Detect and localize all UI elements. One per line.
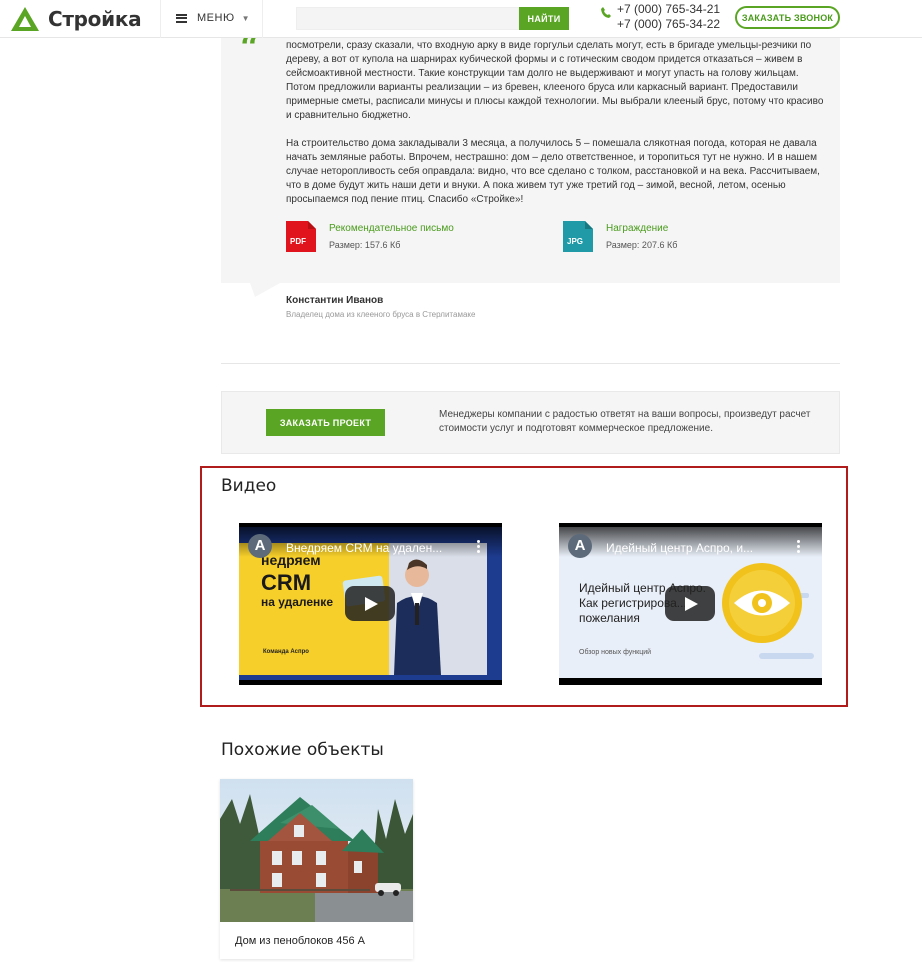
search-button[interactable]: НАЙТИ (519, 7, 569, 30)
review-author-role: Владелец дома из клееного бруса в Стерли… (286, 310, 476, 319)
file-name-link[interactable]: Рекомендательное письмо (329, 223, 454, 234)
phone-number[interactable]: +7 (000) 765-34-21 (617, 2, 720, 17)
video-title[interactable]: Внедряем CRM на удален... (286, 541, 466, 555)
video-section-title: Видео (221, 476, 277, 496)
phone-icon (601, 7, 611, 18)
thumbnail-caption: Обзор новых функций (579, 649, 652, 656)
video-player[interactable]: А Внедряем CRM на удален... недряем CRM … (239, 523, 502, 685)
pdf-file-icon: PDF (286, 221, 316, 252)
header-divider (160, 0, 161, 38)
thumbnail-caption: Команда Аспро (263, 649, 309, 655)
thumbnail-text: недряем CRM на удаленке (261, 553, 333, 610)
file-name-link[interactable]: Награждение (606, 223, 668, 234)
callback-button[interactable]: ЗАКАЗАТЬ ЗВОНОК (735, 6, 840, 29)
file-type: JPG (567, 237, 584, 246)
section-divider (221, 363, 840, 364)
review-paragraph: На строительство дома закладывали 3 меся… (286, 138, 820, 205)
more-options-icon[interactable] (797, 540, 800, 555)
review-text: посмотрели, сразу сказали, что входную а… (286, 39, 826, 207)
thumbnail-line: CRM (261, 570, 312, 595)
video-title[interactable]: Идейный центр Аспро, и... (606, 541, 786, 555)
object-image[interactable] (220, 779, 413, 922)
review-tail (250, 283, 280, 297)
file-size: Размер: 207.6 Кб (606, 240, 678, 250)
play-icon[interactable] (665, 586, 715, 621)
order-description: Менеджеры компании с радостью ответят на… (439, 409, 811, 434)
jpg-file-icon: JPG (563, 221, 593, 252)
site-header: Стройка МЕНЮ ▼ НАЙТИ +7 (000) 765-34-21 … (0, 0, 922, 38)
chevron-down-icon: ▼ (241, 13, 250, 23)
channel-avatar[interactable]: А (248, 534, 272, 558)
object-card[interactable]: Дом из пеноблоков 456 А (220, 779, 413, 959)
video-player[interactable]: А Идейный центр Аспро, и... Идейный цент… (559, 523, 822, 685)
menu-label: МЕНЮ (197, 12, 235, 24)
play-icon[interactable] (345, 586, 395, 621)
review-paragraph: посмотрели, сразу сказали, что входную а… (286, 40, 824, 121)
channel-avatar[interactable]: А (568, 534, 592, 558)
logo-text: Стройка (48, 7, 142, 31)
file-attachment[interactable]: PDF Рекомендательное письмо Размер: 157.… (286, 221, 454, 252)
search-input[interactable] (296, 7, 519, 30)
order-project-button[interactable]: ЗАКАЗАТЬ ПРОЕКТ (266, 409, 385, 436)
more-options-icon[interactable] (477, 540, 480, 555)
file-size: Размер: 157.6 Кб (329, 240, 401, 250)
order-project-block: ЗАКАЗАТЬ ПРОЕКТ Менеджеры компании с рад… (221, 391, 840, 454)
file-attachment[interactable]: JPG Награждение Размер: 207.6 Кб (563, 221, 677, 252)
object-name[interactable]: Дом из пеноблоков 456 А (235, 935, 365, 947)
logo-icon (11, 7, 39, 31)
menu-button[interactable]: МЕНЮ ▼ (176, 9, 249, 27)
phone-number[interactable]: +7 (000) 765-34-22 (617, 17, 720, 32)
logo[interactable]: Стройка (10, 4, 142, 34)
hamburger-icon (176, 13, 187, 23)
thumbnail-line: на удаленке (261, 595, 333, 609)
review-author: Константин Иванов (286, 295, 384, 306)
header-divider (262, 0, 263, 38)
quote-icon: “ (240, 38, 260, 54)
file-type: PDF (290, 237, 306, 246)
similar-section-title: Похожие объекты (221, 740, 384, 760)
phone-numbers[interactable]: +7 (000) 765-34-21 +7 (000) 765-34-22 (617, 2, 720, 32)
